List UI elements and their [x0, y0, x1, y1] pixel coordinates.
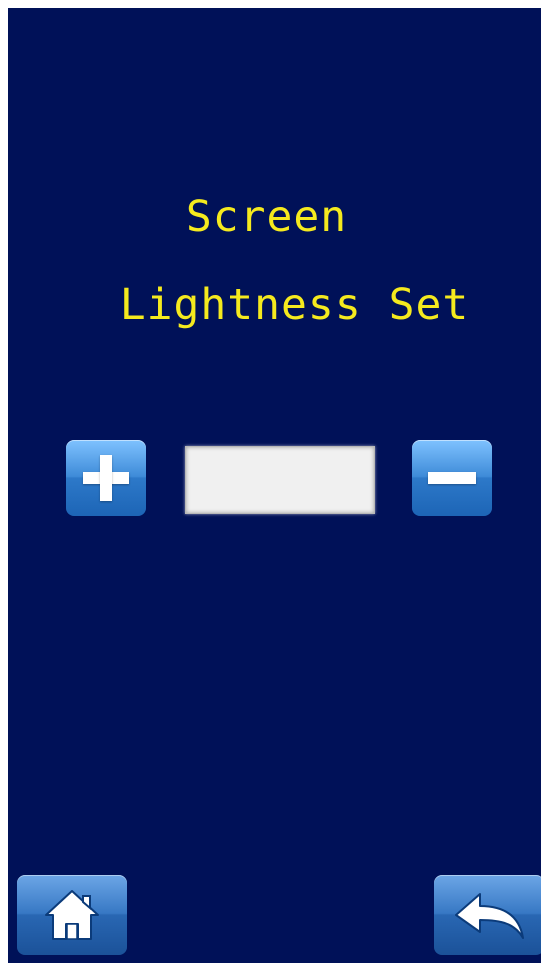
screen-title-line-1: Screen [185, 192, 348, 242]
screen-title-line-2: Lightness Set [119, 280, 470, 330]
home-icon [45, 890, 99, 940]
back-arrow-icon [455, 893, 524, 939]
decrease-lightness-button[interactable] [412, 440, 492, 516]
home-button[interactable] [17, 875, 127, 955]
increase-lightness-button[interactable] [66, 440, 146, 516]
lightness-settings-screen: Screen Lightness Set [8, 8, 541, 963]
back-button[interactable] [434, 875, 541, 955]
lightness-value-display [185, 446, 375, 514]
plus-icon [83, 455, 129, 501]
minus-icon [428, 472, 476, 484]
